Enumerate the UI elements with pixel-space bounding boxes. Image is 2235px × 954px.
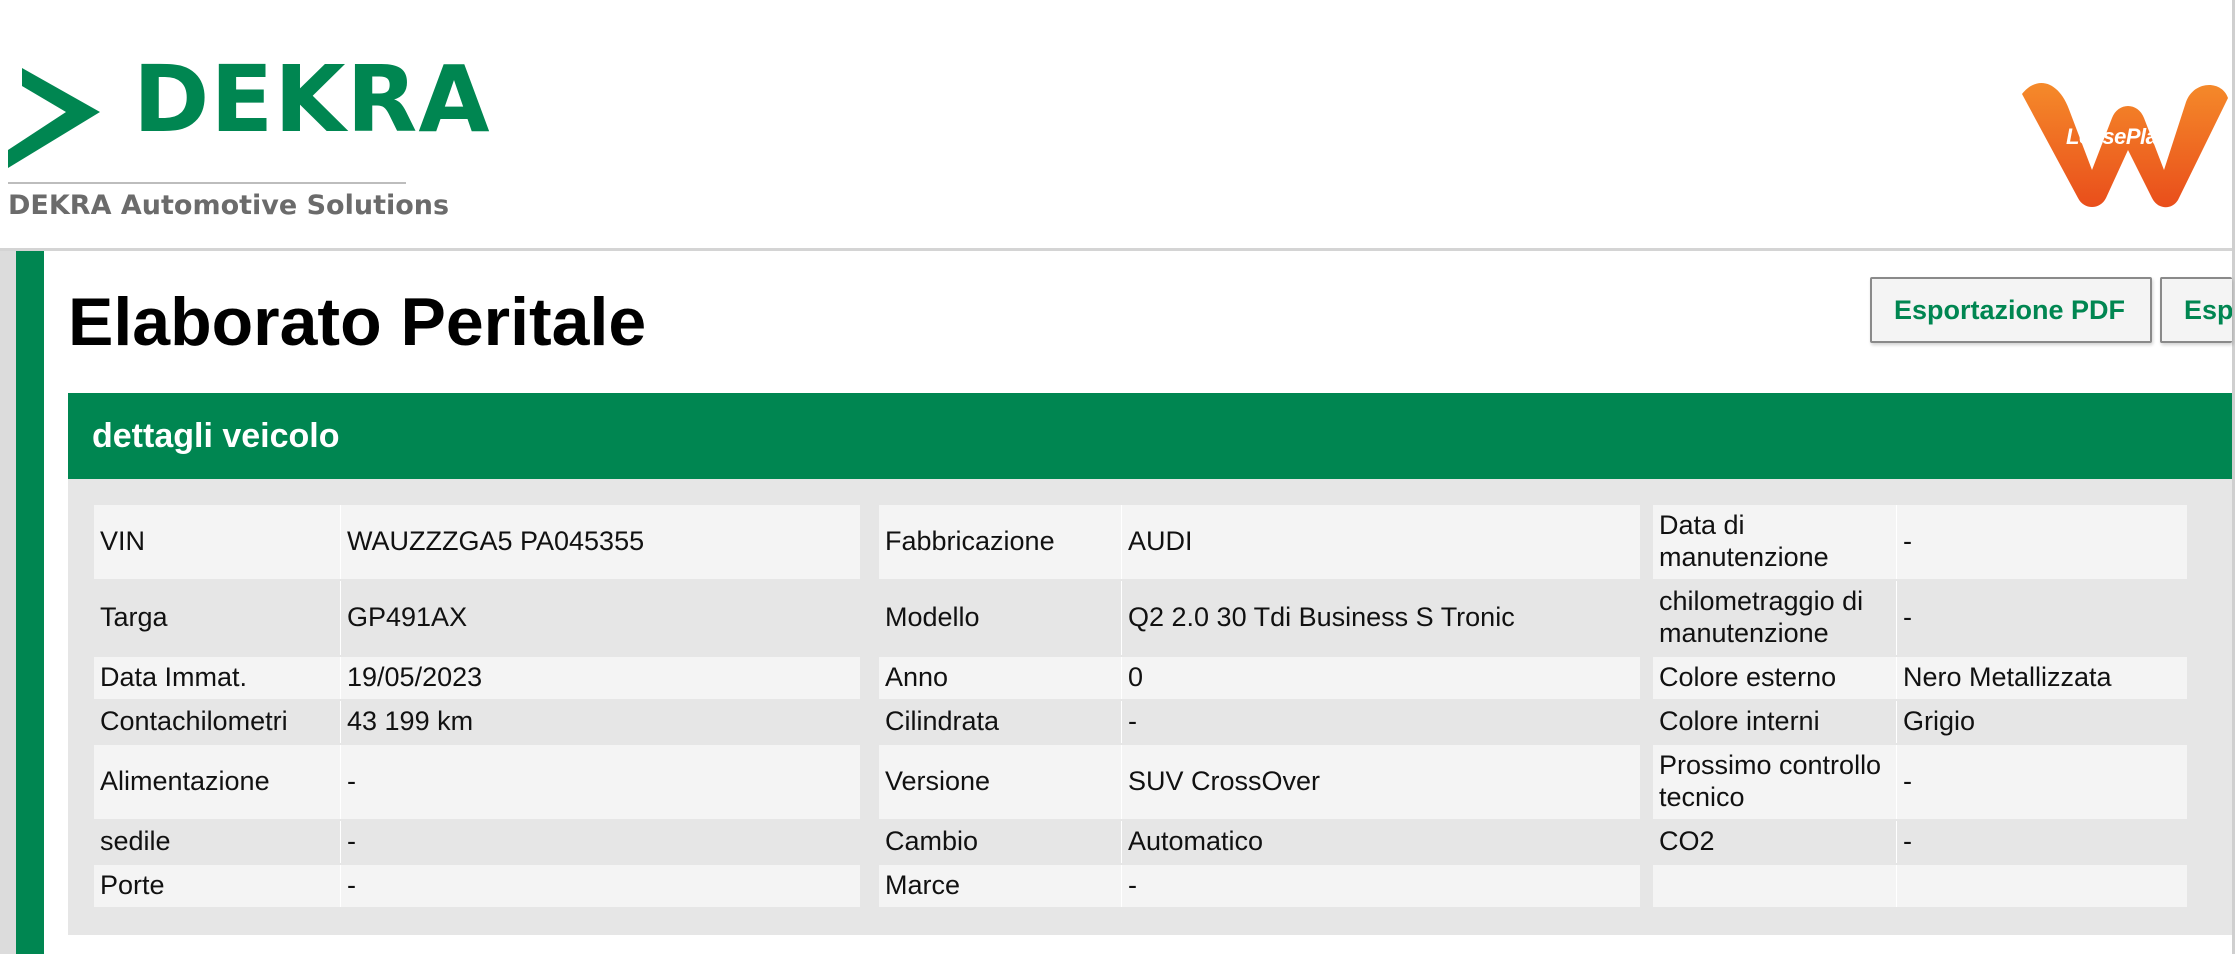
field-label: Prossimo controllo tecnico bbox=[1653, 745, 1897, 819]
field-value: 43 199 km bbox=[341, 701, 860, 743]
field-label: Marce bbox=[879, 865, 1122, 907]
dekra-arrow-icon bbox=[8, 68, 100, 168]
field-label: Data di manutenzione bbox=[1653, 505, 1897, 579]
field-label: CO2 bbox=[1653, 821, 1897, 863]
vehicle-details-section: dettagli veicolo VIN WAUZZZGA5 PA045355 T… bbox=[68, 393, 2232, 935]
field-label: Cambio bbox=[879, 821, 1122, 863]
table-row: Data Immat. 19/05/2023 bbox=[94, 657, 860, 699]
table-row: Colore interni Grigio bbox=[1653, 701, 2187, 743]
field-value: - bbox=[341, 745, 860, 819]
field-value: - bbox=[1897, 581, 2187, 655]
field-label: VIN bbox=[94, 505, 341, 579]
table-row: Data di manutenzione - bbox=[1653, 505, 2187, 579]
field-label: Versione bbox=[879, 745, 1122, 819]
table-row: VIN WAUZZZGA5 PA045355 bbox=[94, 505, 860, 579]
table-row: Cambio Automatico bbox=[879, 821, 1640, 863]
section-header: dettagli veicolo bbox=[68, 393, 2232, 479]
field-value: AUDI bbox=[1122, 505, 1640, 579]
field-label: Modello bbox=[879, 581, 1122, 655]
table-row: CO2- bbox=[1653, 821, 2187, 863]
field-value: Grigio bbox=[1897, 701, 2187, 743]
field-value: - bbox=[1897, 745, 2187, 819]
field-value: Nero Metallizzata bbox=[1897, 657, 2187, 699]
field-label bbox=[1653, 865, 1897, 907]
field-value: Automatico bbox=[1122, 821, 1640, 863]
field-label: Targa bbox=[94, 581, 341, 655]
field-value: - bbox=[1122, 865, 1640, 907]
table-row: Modello Q2 2.0 30 Tdi Business S Tronic bbox=[879, 581, 1640, 655]
table-row: Versione SUV CrossOver bbox=[879, 745, 1640, 819]
field-value bbox=[1897, 865, 2187, 907]
field-value: - bbox=[341, 865, 860, 907]
field-value: - bbox=[341, 821, 860, 863]
field-value: - bbox=[1897, 505, 2187, 579]
export-pdf-button[interactable]: Esportazione PDF bbox=[1870, 277, 2152, 343]
left-rail-green bbox=[16, 251, 44, 954]
field-value: WAUZZZGA5 PA045355 bbox=[341, 505, 860, 579]
left-rail-grey bbox=[0, 251, 16, 954]
field-label: Contachilometri bbox=[94, 701, 341, 743]
export-secondary-button[interactable]: Esp bbox=[2160, 277, 2232, 343]
field-value: 19/05/2023 bbox=[341, 657, 860, 699]
field-label: Porte bbox=[94, 865, 341, 907]
field-label: Anno bbox=[879, 657, 1122, 699]
field-value: - bbox=[1897, 821, 2187, 863]
dekra-subtitle: DEKRA Automotive Solutions bbox=[8, 190, 450, 221]
table-row: Contachilometri 43 199 km bbox=[94, 701, 860, 743]
table-row bbox=[1653, 865, 2187, 907]
field-label: Alimentazione bbox=[94, 745, 341, 819]
table-row: Anno 0 bbox=[879, 657, 1640, 699]
field-value: Q2 2.0 30 Tdi Business S Tronic bbox=[1122, 581, 1640, 655]
dekra-wordmark: DEKRA bbox=[133, 46, 491, 153]
table-row: Cilindrata - bbox=[879, 701, 1640, 743]
table-row: Marce - bbox=[879, 865, 1640, 907]
site-header: DEKRA DEKRA Automotive Solutions LeasePl… bbox=[0, 0, 2235, 251]
field-label: chilometraggio di manutenzione bbox=[1653, 581, 1897, 655]
table-row: Fabbricazione AUDI bbox=[879, 505, 1640, 579]
field-value: - bbox=[1122, 701, 1640, 743]
leaseplan-wordmark: LeasePlan bbox=[2066, 124, 2171, 149]
page-title: Elaborato Peritale bbox=[68, 284, 647, 360]
table-row: Colore esterno Nero Metallizzata bbox=[1653, 657, 2187, 699]
leaseplan-logo[interactable]: LeasePlan bbox=[2008, 72, 2232, 208]
table-row: Alimentazione - bbox=[94, 745, 860, 819]
field-label: Colore esterno bbox=[1653, 657, 1897, 699]
table-row: chilometraggio di manutenzione - bbox=[1653, 581, 2187, 655]
field-value: GP491AX bbox=[341, 581, 860, 655]
field-label: sedile bbox=[94, 821, 341, 863]
field-label: Cilindrata bbox=[879, 701, 1122, 743]
field-value: SUV CrossOver bbox=[1122, 745, 1640, 819]
table-row: sedile - bbox=[94, 821, 860, 863]
table-row: Targa GP491AX bbox=[94, 581, 860, 655]
dekra-logo-divider bbox=[8, 182, 406, 184]
dekra-logo[interactable]: DEKRA DEKRA Automotive Solutions bbox=[8, 54, 490, 225]
table-row: Prossimo controllo tecnico - bbox=[1653, 745, 2187, 819]
field-label: Fabbricazione bbox=[879, 505, 1122, 579]
field-value: 0 bbox=[1122, 657, 1640, 699]
field-label: Colore interni bbox=[1653, 701, 1897, 743]
table-row: Porte - bbox=[94, 865, 860, 907]
field-label: Data Immat. bbox=[94, 657, 341, 699]
